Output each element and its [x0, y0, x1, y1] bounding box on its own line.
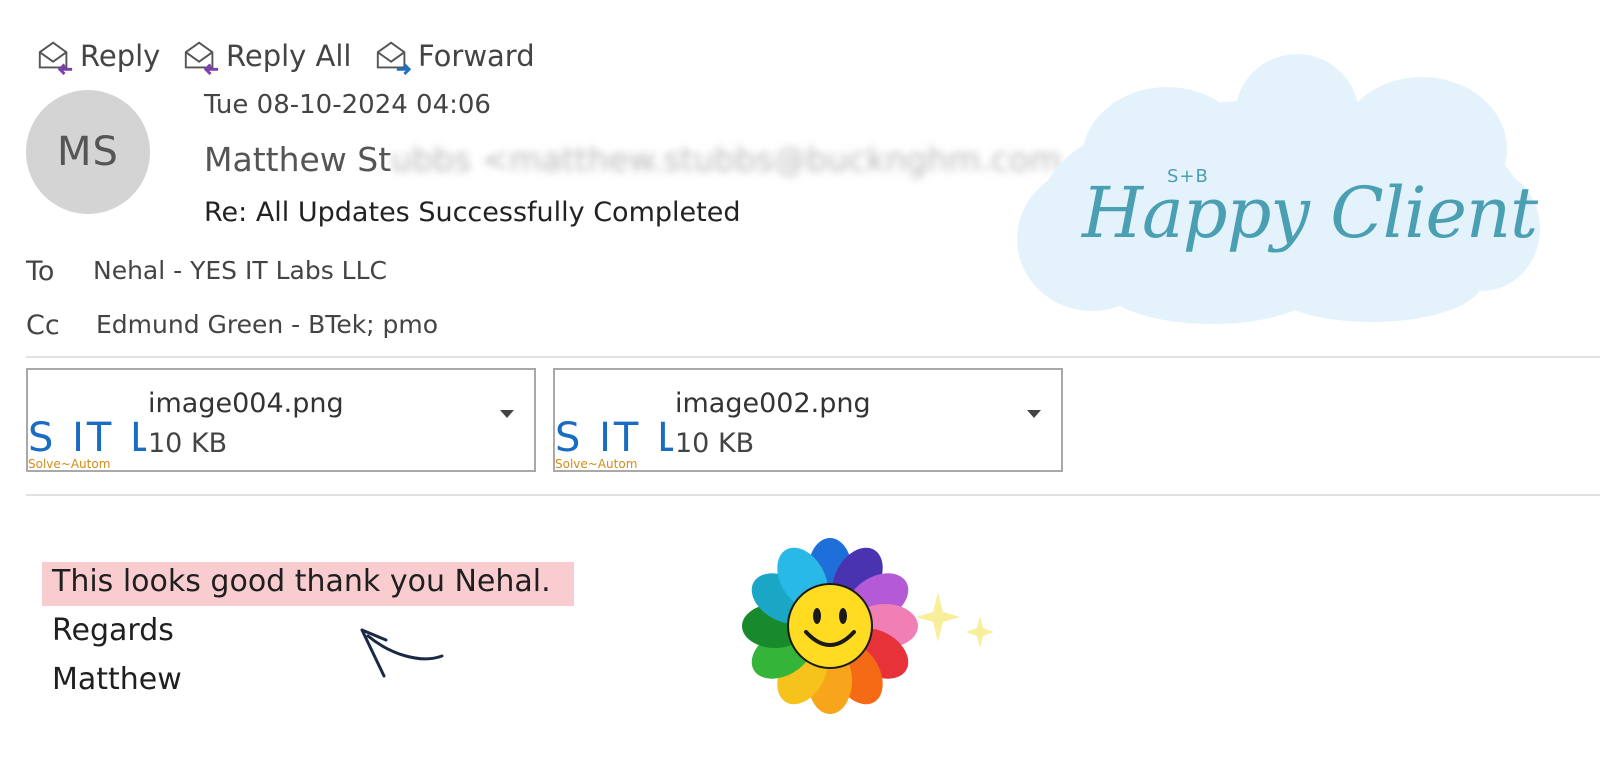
attachment-size: 10 KB: [148, 428, 228, 459]
forward-label: Forward: [418, 39, 535, 73]
reply-button[interactable]: Reply: [36, 34, 160, 78]
attachment-thumbnail: S IT L Solve~Autom: [28, 418, 146, 470]
cc-recipients[interactable]: Edmund Green - BTek; pmo: [96, 310, 438, 339]
flower-smiley-icon: [742, 538, 994, 714]
badge-main-text: Happy Client: [1082, 172, 1538, 254]
sender-redacted: ubbs <matthew.stubbs@bucknghm.com: [391, 140, 1062, 179]
attachment-thumbnail: S IT L Solve~Autom: [555, 418, 673, 470]
attachment-card[interactable]: S IT L Solve~Autom image004.png 10 KB: [26, 368, 536, 472]
body-line-2: Regards: [52, 613, 174, 648]
reply-all-icon: [184, 41, 219, 75]
attachment-size: 10 KB: [675, 428, 755, 459]
forward-button[interactable]: Forward: [374, 34, 535, 78]
message-date: Tue 08-10-2024 04:06: [204, 90, 491, 120]
happy-client-badge: S+B Happy Client: [1012, 44, 1542, 334]
reply-label: Reply: [80, 39, 161, 73]
reply-icon: [38, 41, 73, 75]
chevron-down-icon[interactable]: [500, 410, 514, 418]
header-divider: [26, 356, 1600, 358]
attachments-divider: [26, 494, 1600, 496]
attachment-name: image002.png: [675, 388, 871, 419]
sender-name[interactable]: Matthew Stubbs <matthew.stubbs@bucknghm.…: [204, 140, 1061, 179]
attachment-card[interactable]: S IT L Solve~Autom image002.png 10 KB: [553, 368, 1063, 472]
to-label: To: [26, 256, 55, 287]
body-line-3: Matthew: [52, 662, 182, 697]
reply-all-button[interactable]: Reply All: [182, 34, 352, 78]
message-subject: Re: All Updates Successfully Completed: [204, 197, 741, 228]
avatar: MS: [26, 90, 150, 214]
reply-all-label: Reply All: [226, 39, 352, 73]
arrow-icon: [360, 628, 444, 678]
chevron-down-icon[interactable]: [1027, 410, 1041, 418]
body-line-1: This looks good thank you Nehal.: [52, 564, 551, 599]
attachment-name: image004.png: [148, 388, 344, 419]
to-recipients[interactable]: Nehal - YES IT Labs LLC: [93, 256, 387, 285]
forward-icon: [376, 41, 412, 75]
sender-visible-text: Matthew St: [204, 140, 392, 179]
cc-label: Cc: [26, 310, 60, 341]
